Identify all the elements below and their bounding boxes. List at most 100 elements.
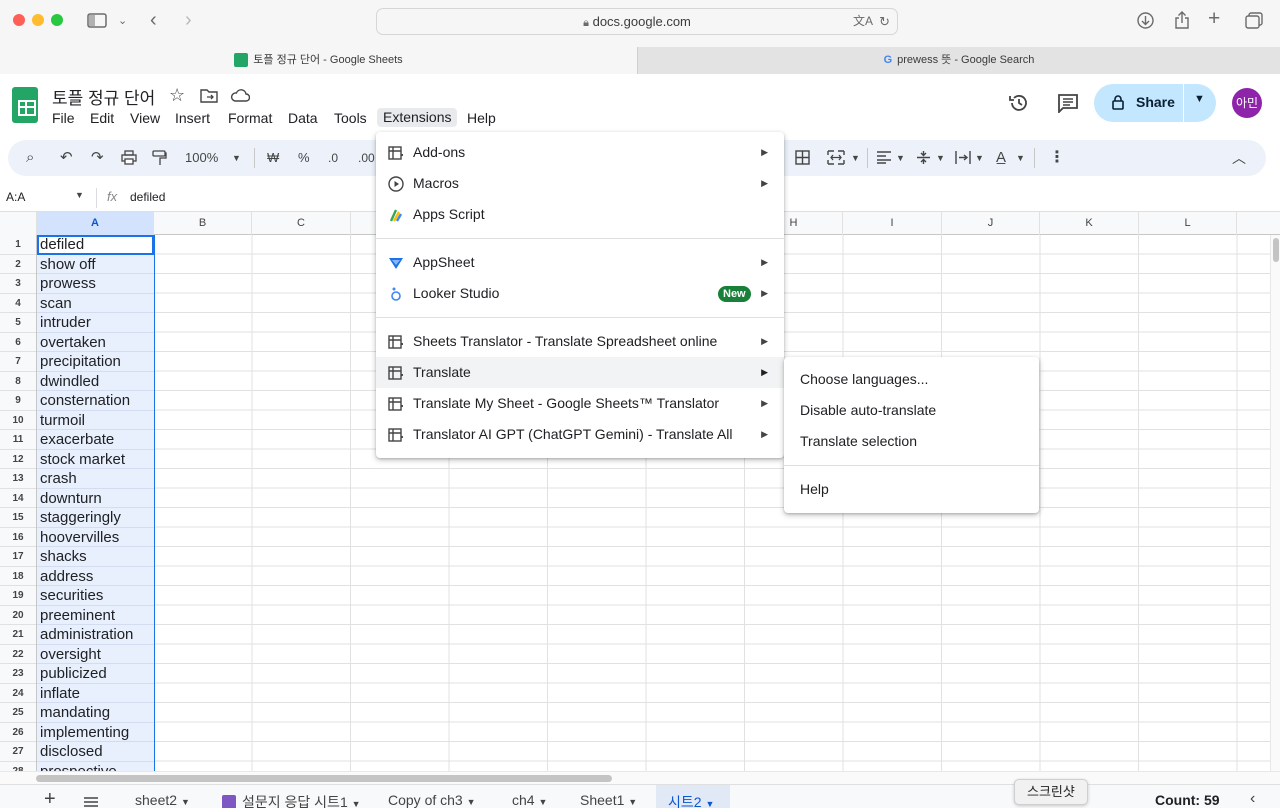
browser-tab-search[interactable]: Gprewess 뜻 - Google Search xyxy=(637,47,1280,74)
decrease-decimal-button[interactable]: .0 xyxy=(328,149,338,167)
cloud-status-icon[interactable] xyxy=(230,88,250,103)
avatar[interactable]: 아민 xyxy=(1232,88,1262,118)
borders-icon[interactable] xyxy=(795,150,810,165)
row-header[interactable]: 2 xyxy=(0,254,36,274)
row-header[interactable]: 8 xyxy=(0,371,36,391)
row-header[interactable]: 5 xyxy=(0,313,36,333)
menu-item-translator-ai-gpt[interactable]: Translator AI GPT (ChatGPT Gemini) - Tra… xyxy=(376,419,784,450)
menu-item-appsheet[interactable]: AppSheet ▶ xyxy=(376,247,784,278)
menu-item-macros[interactable]: Macros ▶ xyxy=(376,168,784,199)
text-rotation-icon[interactable]: A̲ xyxy=(996,149,1006,167)
table-cell[interactable]: preeminent xyxy=(37,605,154,625)
sheet-tab-sheet1[interactable]: Sheet1 ▼ xyxy=(580,792,637,808)
sheets-logo[interactable] xyxy=(12,87,38,123)
name-box[interactable]: A:A xyxy=(6,190,25,204)
table-cell[interactable]: exacerbate xyxy=(37,430,154,450)
row-header[interactable]: 24 xyxy=(0,683,36,703)
reload-icon[interactable]: ↻ xyxy=(879,9,890,34)
row-header[interactable]: 12 xyxy=(0,449,36,469)
table-cell[interactable]: dwindled xyxy=(37,371,154,391)
caret-down-icon[interactable]: ▼ xyxy=(936,149,945,167)
row-header[interactable]: 28 xyxy=(0,761,36,771)
caret-down-icon[interactable]: ▼ xyxy=(851,149,860,167)
table-cell[interactable]: downturn xyxy=(37,488,154,508)
table-cell[interactable]: precipitation xyxy=(37,352,154,372)
row-header[interactable]: 16 xyxy=(0,527,36,547)
menu-item-add-ons[interactable]: Add-ons ▶ xyxy=(376,137,784,168)
table-cell[interactable]: inflate xyxy=(37,683,154,703)
currency-format-button[interactable]: ₩ xyxy=(267,149,279,167)
column-header-a[interactable]: A xyxy=(37,212,154,235)
caret-down-icon[interactable]: ▼ xyxy=(75,190,84,200)
menu-edit[interactable]: Edit xyxy=(90,110,114,127)
column-header-c[interactable]: C xyxy=(252,212,351,235)
sheet-tab-active[interactable]: 시트2 ▼ xyxy=(668,792,714,808)
submenu-item-choose-languages[interactable]: Choose languages... xyxy=(800,364,928,395)
table-cell[interactable]: publicized xyxy=(37,664,154,684)
column-header-i[interactable]: I xyxy=(843,212,942,235)
close-window-button[interactable] xyxy=(13,14,25,26)
row-header[interactable]: 21 xyxy=(0,625,36,645)
table-cell[interactable]: oversight xyxy=(37,644,154,664)
menu-file[interactable]: File xyxy=(52,110,75,127)
table-cell[interactable]: implementing xyxy=(37,722,154,742)
table-cell[interactable]: mandating xyxy=(37,703,154,723)
menu-view[interactable]: View xyxy=(130,110,160,127)
menu-item-sheets-translator[interactable]: Sheets Translator - Translate Spreadshee… xyxy=(376,326,784,357)
horizontal-scrollbar[interactable] xyxy=(0,771,1280,784)
row-header[interactable]: 7 xyxy=(0,352,36,372)
row-header[interactable]: 20 xyxy=(0,605,36,625)
table-cell[interactable]: scan xyxy=(37,293,154,313)
menu-help[interactable]: Help xyxy=(467,110,496,127)
translate-page-icon[interactable]: 文A xyxy=(853,9,873,34)
horizontal-align-icon[interactable] xyxy=(876,151,892,164)
menu-item-looker-studio[interactable]: Looker Studio New ▶ xyxy=(376,278,784,309)
caret-down-icon[interactable]: ▼ xyxy=(1016,149,1025,167)
caret-down-icon[interactable]: ▼ xyxy=(896,149,905,167)
sheet-tab-ch4[interactable]: ch4 ▼ xyxy=(512,792,547,808)
menu-data[interactable]: Data xyxy=(288,110,318,127)
column-header-b[interactable]: B xyxy=(154,212,252,235)
column-header-j[interactable]: J xyxy=(942,212,1040,235)
undo-icon[interactable]: ↶ xyxy=(60,149,73,167)
submenu-item-help[interactable]: Help xyxy=(800,474,829,505)
select-all-corner[interactable] xyxy=(0,212,37,235)
row-header[interactable]: 9 xyxy=(0,391,36,411)
table-cell[interactable]: address xyxy=(37,566,154,586)
table-cell[interactable]: show off xyxy=(37,254,154,274)
increase-decimal-button[interactable]: .00 xyxy=(358,149,375,167)
comments-icon[interactable] xyxy=(1057,93,1079,113)
redo-icon[interactable]: ↷ xyxy=(91,149,104,167)
row-header[interactable]: 13 xyxy=(0,469,36,489)
table-cell[interactable]: intruder xyxy=(37,313,154,333)
collapse-toolbar-icon[interactable]: ︿ xyxy=(1232,149,1246,167)
add-sheet-icon[interactable]: + xyxy=(44,788,56,808)
text-wrapping-icon[interactable] xyxy=(955,150,971,165)
more-options-icon[interactable]: ⋮ xyxy=(1049,149,1065,167)
row-header[interactable]: 14 xyxy=(0,488,36,508)
zoom-window-button[interactable] xyxy=(51,14,63,26)
table-cell[interactable]: stock market xyxy=(37,449,154,469)
column-header-k[interactable]: K xyxy=(1040,212,1139,235)
table-cell[interactable]: overtaken xyxy=(37,332,154,352)
sheet-tab-sheet2[interactable]: sheet2 ▼ xyxy=(135,792,190,808)
row-header[interactable]: 10 xyxy=(0,410,36,430)
table-cell[interactable]: crash xyxy=(37,469,154,489)
version-history-icon[interactable] xyxy=(1008,92,1030,114)
share-button[interactable]: Share ▼ xyxy=(1094,84,1216,122)
row-header[interactable]: 6 xyxy=(0,332,36,352)
row-header[interactable]: 3 xyxy=(0,274,36,294)
menu-format[interactable]: Format xyxy=(228,110,272,127)
table-cell[interactable]: shacks xyxy=(37,547,154,567)
row-header[interactable]: 26 xyxy=(0,722,36,742)
percent-format-button[interactable]: % xyxy=(298,149,310,167)
menu-insert[interactable]: Insert xyxy=(175,110,210,127)
search-menus-icon[interactable]: ⌕ xyxy=(26,149,34,167)
browser-tab-sheets[interactable]: 토플 정규 단어 - Google Sheets xyxy=(0,47,637,74)
row-header[interactable]: 25 xyxy=(0,703,36,723)
address-bar[interactable]: 🔒︎ docs.google.com 文A ↻ xyxy=(376,8,898,35)
caret-down-icon[interactable]: ▼ xyxy=(232,149,241,167)
submenu-item-translate-selection[interactable]: Translate selection xyxy=(800,426,917,457)
row-header[interactable]: 19 xyxy=(0,586,36,606)
row-header[interactable]: 17 xyxy=(0,547,36,567)
